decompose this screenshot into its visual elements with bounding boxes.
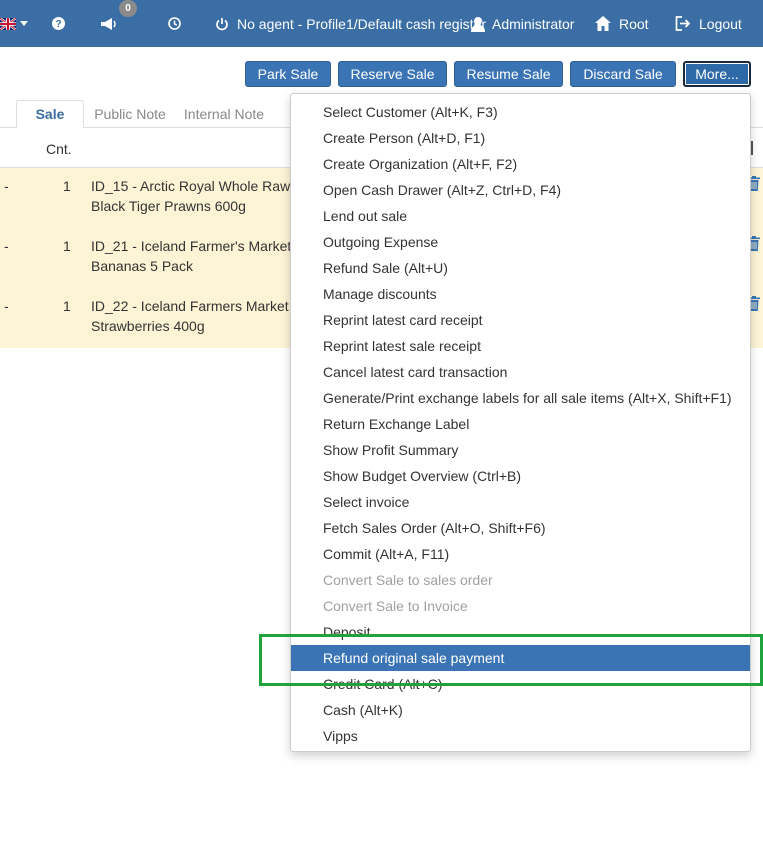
tab-sale[interactable]: Sale <box>16 100 84 128</box>
history-button[interactable] <box>168 0 181 47</box>
user-icon <box>470 16 486 32</box>
menu-item-vipps[interactable]: Vipps <box>291 723 750 749</box>
row-count: 1 <box>63 238 71 254</box>
row-discount-placeholder: - <box>4 178 9 194</box>
svg-text:?: ? <box>55 19 61 30</box>
menu-item-select-invoice[interactable]: Select invoice <box>291 489 750 515</box>
logout-icon <box>675 16 691 31</box>
chevron-down-icon <box>20 20 28 27</box>
resume-sale-button[interactable]: Resume Sale <box>454 61 563 87</box>
row-description: ID_22 - Iceland Farmers Market Strawberr… <box>91 298 289 334</box>
megaphone-icon <box>100 17 118 31</box>
menu-item-reprint-latest-card-receipt[interactable]: Reprint latest card receipt <box>291 307 750 333</box>
menu-item-refund-sale[interactable]: Refund Sale (Alt+U) <box>291 255 750 281</box>
row-count: 1 <box>63 178 71 194</box>
menu-item-select-customer[interactable]: Select Customer (Alt+K, F3) <box>291 99 750 125</box>
row-description: ID_15 - Arctic Royal Whole Raw Black Tig… <box>91 178 291 214</box>
announcements-button[interactable] <box>100 0 118 47</box>
clock-icon <box>168 17 181 30</box>
menu-item-generate-print-exchange-labels-for-all-sale-items[interactable]: Generate/Print exchange labels for all s… <box>291 385 750 411</box>
menu-item-fetch-sales-order[interactable]: Fetch Sales Order (Alt+O, Shift+F6) <box>291 515 750 541</box>
tab-public-note[interactable]: Public Note <box>88 100 172 128</box>
more-dropdown-menu: Select Customer (Alt+K, F3) Create Person… <box>290 93 751 752</box>
menu-item-cancel-latest-card-transaction[interactable]: Cancel latest card transaction <box>291 359 750 385</box>
menu-item-create-organization[interactable]: Create Organization (Alt+F, F2) <box>291 151 750 177</box>
menu-item-lend-out-sale[interactable]: Lend out sale <box>291 203 750 229</box>
uk-flag-icon <box>0 17 16 30</box>
logout-label: Logout <box>699 15 742 32</box>
menu-item-credit-card[interactable]: Credit Card (Alt+C) <box>291 671 750 697</box>
menu-item-commit[interactable]: Commit (Alt+A, F11) <box>291 541 750 567</box>
agent-status-text: No agent - Profile1/Default cash registe… <box>237 15 487 32</box>
row-description: ID_21 - Iceland Farmer's Market Bananas … <box>91 238 292 274</box>
menu-item-show-budget-overview[interactable]: Show Budget Overview (Ctrl+B) <box>291 463 750 489</box>
help-button[interactable]: ? <box>52 0 65 47</box>
agent-status[interactable]: No agent - Profile1/Default cash registe… <box>215 0 486 47</box>
row-discount-placeholder: - <box>4 238 9 254</box>
menu-item-deposit[interactable]: Deposit <box>291 619 750 645</box>
language-dropdown[interactable] <box>0 0 28 47</box>
root-link[interactable]: Root <box>595 0 649 47</box>
menu-item-reprint-latest-sale-receipt[interactable]: Reprint latest sale receipt <box>291 333 750 359</box>
menu-item-show-profit-summary[interactable]: Show Profit Summary <box>291 437 750 463</box>
park-sale-button[interactable]: Park Sale <box>245 61 331 87</box>
user-menu[interactable]: Administrator <box>470 0 574 47</box>
menu-item-open-cash-drawer[interactable]: Open Cash Drawer (Alt+Z, Ctrl+D, F4) <box>291 177 750 203</box>
more-button[interactable]: More... <box>683 61 751 87</box>
question-circle-icon: ? <box>52 17 65 30</box>
user-label: Administrator <box>492 15 575 32</box>
home-icon <box>595 16 611 31</box>
root-label: Root <box>619 15 649 32</box>
menu-item-return-exchange-label[interactable]: Return Exchange Label <box>291 411 750 437</box>
menu-item-cash[interactable]: Cash (Alt+K) <box>291 697 750 723</box>
power-icon <box>215 17 229 31</box>
discard-sale-button[interactable]: Discard Sale <box>570 61 676 87</box>
tab-internal-note[interactable]: Internal Note <box>178 100 270 128</box>
top-navbar: ? 0 No agent - Profile1/Default cash reg… <box>0 0 763 47</box>
menu-item-refund-original-sale-payment[interactable]: Refund original sale payment <box>291 645 750 671</box>
menu-item-manage-discounts[interactable]: Manage discounts <box>291 281 750 307</box>
reserve-sale-button[interactable]: Reserve Sale <box>338 61 447 87</box>
menu-item-create-person[interactable]: Create Person (Alt+D, F1) <box>291 125 750 151</box>
logout-link[interactable]: Logout <box>675 0 742 47</box>
notification-count-badge: 0 <box>119 0 137 17</box>
row-discount-placeholder: - <box>4 298 9 314</box>
count-column-header: Cnt. <box>46 141 72 157</box>
menu-item-convert-sale-to-sales-order: Convert Sale to sales order <box>323 572 493 588</box>
menu-item-convert-sale-to-invoice: Convert Sale to Invoice <box>323 598 468 614</box>
menu-item-outgoing-expense[interactable]: Outgoing Expense <box>291 229 750 255</box>
row-count: 1 <box>63 298 71 314</box>
